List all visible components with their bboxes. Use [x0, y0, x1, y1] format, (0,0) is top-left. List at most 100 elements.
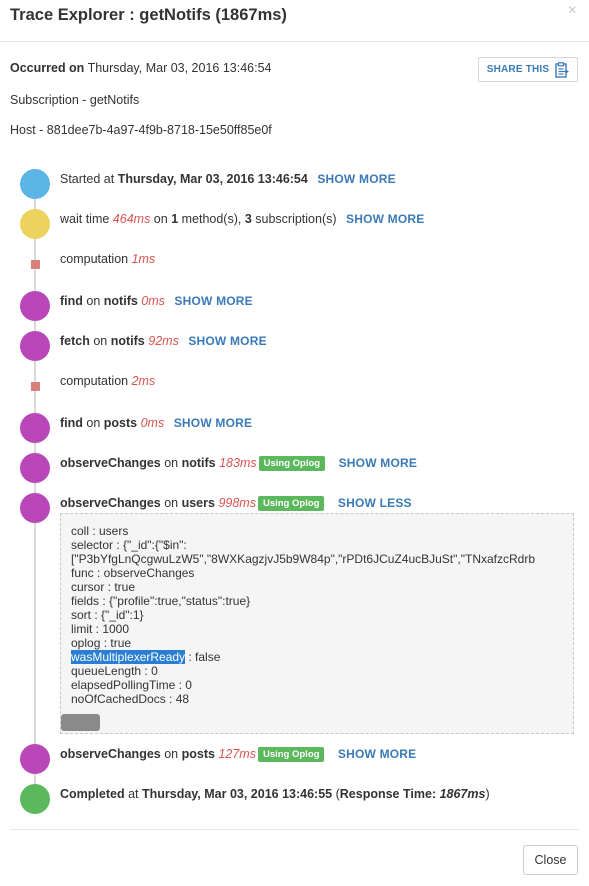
observe-posts-time: 127ms — [218, 747, 256, 761]
detail-cursor: cursor : true — [71, 580, 136, 594]
wait-methods-label: method(s), — [178, 212, 245, 226]
response-time-value: 1867ms — [439, 787, 486, 801]
details-panel: coll : users selector : {"_id":{"$in": [… — [60, 513, 574, 734]
occurred-on: Occurred on Thursday, Mar 03, 2016 13:46… — [10, 61, 272, 75]
observe-posts-show-more[interactable]: SHOW MORE — [338, 747, 416, 761]
fetch-notifs-row: fetch on notifs 92ms SHOW MORE — [60, 334, 267, 348]
modal-title: Trace Explorer : getNotifs (1867ms) — [10, 6, 287, 24]
detail-oplog: oplog : true — [71, 636, 132, 650]
started-date: Thursday, Mar 03, 2016 13:46:54 — [117, 172, 308, 186]
find-notifs-node — [20, 291, 50, 321]
completed-close-paren: ) — [485, 787, 490, 801]
observe-users-time: 998ms — [218, 496, 256, 510]
share-label: SHARE THIS — [486, 64, 550, 75]
fetch-notifs-on: on — [89, 334, 111, 348]
started-pre: Started at — [60, 172, 118, 186]
find-posts-node — [20, 413, 50, 443]
wait-node — [20, 209, 50, 239]
find-notifs-op: find — [60, 294, 83, 308]
find-notifs-show-more[interactable]: SHOW MORE — [174, 294, 252, 308]
observe-notifs-node — [20, 453, 50, 483]
completed-open-paren: ( — [332, 787, 340, 801]
computation-label: computation — [60, 252, 132, 266]
subscription-label: Subscription - getNotifs — [10, 93, 140, 107]
detail-was-value: : false — [185, 650, 221, 664]
detail-fields: fields : {"profile":true,"status":true} — [71, 594, 251, 608]
observe-notifs-op: observeChanges — [60, 456, 161, 470]
detail-elapsed-polling: elapsedPollingTime : 0 — [71, 678, 192, 692]
observe-notifs-coll: notifs — [181, 456, 216, 470]
find-notifs-row: find on notifs 0ms SHOW MORE — [60, 294, 253, 308]
started-show-more[interactable]: SHOW MORE — [317, 172, 395, 186]
find-notifs-on: on — [82, 294, 104, 308]
find-posts-time: 0ms — [140, 416, 165, 430]
oplog-badge: Using Oplog — [257, 496, 325, 511]
observe-notifs-row: observeChanges on notifs 183ms Using Oplo… — [60, 456, 417, 471]
fetch-notifs-show-more[interactable]: SHOW MORE — [188, 334, 266, 348]
fetch-notifs-node — [20, 331, 50, 361]
occurred-label: Occurred on — [10, 61, 85, 75]
observe-posts-op: observeChanges — [60, 747, 161, 761]
completed-row: Completed at Thursday, Mar 03, 2016 13:4… — [60, 787, 490, 801]
observe-posts-row: observeChanges on posts 127ms Using Oplog… — [60, 747, 416, 762]
fetch-notifs-op: fetch — [60, 334, 90, 348]
detail-was-multiplexer-ready: wasMultiplexerReady : false — [71, 650, 573, 664]
wait-show-more[interactable]: SHOW MORE — [346, 212, 424, 226]
find-notifs-coll: notifs — [103, 294, 138, 308]
close-icon[interactable]: × — [568, 2, 577, 20]
find-posts-row: find on posts 0ms SHOW MORE — [60, 416, 252, 430]
wait-pre: wait time — [60, 212, 113, 226]
completed-label: Completed — [60, 787, 125, 801]
wait-time: 464ms — [112, 212, 151, 226]
close-button[interactable]: Close — [523, 845, 578, 875]
detail-selector: selector : {"_id":{"$in": — [71, 538, 187, 552]
find-posts-coll: posts — [103, 416, 138, 430]
observe-users-show-less[interactable]: SHOW LESS — [338, 496, 412, 510]
horizontal-scrollbar[interactable] — [61, 714, 100, 731]
observe-notifs-time: 183ms — [219, 456, 257, 470]
detail-cached-docs: noOfCachedDocs : 48 — [71, 692, 190, 706]
occurred-value: Thursday, Mar 03, 2016 13:46:54 — [87, 61, 272, 75]
observe-notifs-on: on — [160, 456, 182, 470]
detail-func: func : observeChanges — [71, 566, 195, 580]
computation-time: 1ms — [131, 252, 156, 266]
detail-queue-length: queueLength : 0 — [71, 664, 158, 678]
wait-row: wait time 464ms on 1 method(s), 3 subscr… — [60, 212, 424, 226]
oplog-badge: Using Oplog — [258, 456, 326, 471]
computation-time: 2ms — [131, 374, 156, 388]
observe-posts-coll: posts — [181, 747, 215, 761]
wait-subs-count: 3 — [244, 212, 252, 226]
find-posts-on: on — [82, 416, 104, 430]
completed-at: at — [124, 787, 142, 801]
completed-node — [20, 784, 50, 814]
selected-text: wasMultiplexerReady — [71, 650, 186, 664]
observe-users-op: observeChanges — [60, 496, 161, 510]
computation-node — [31, 260, 40, 269]
started-row: Started at Thursday, Mar 03, 2016 13:46:… — [60, 172, 396, 186]
observe-posts-on: on — [160, 747, 182, 761]
response-time-label: Response Time: — [339, 787, 440, 801]
computation-row: computation 2ms — [60, 374, 155, 388]
fetch-notifs-coll: notifs — [110, 334, 145, 348]
wait-subs-label: subscription(s) — [251, 212, 337, 226]
oplog-badge: Using Oplog — [257, 747, 325, 762]
observe-users-row: observeChanges on users 998ms Using Oplog… — [60, 496, 412, 511]
detail-coll: coll : users — [71, 524, 129, 538]
completed-date: Thursday, Mar 03, 2016 13:46:55 — [141, 787, 333, 801]
observe-users-on: on — [160, 496, 182, 510]
modal-header: Trace Explorer : getNotifs (1867ms) × — [0, 0, 589, 42]
share-button[interactable]: SHARE THIS — [478, 57, 578, 82]
detail-limit: limit : 1000 — [71, 622, 130, 636]
observe-users-node — [20, 493, 50, 523]
find-posts-show-more[interactable]: SHOW MORE — [174, 416, 252, 430]
find-posts-op: find — [60, 416, 83, 430]
timeline-line — [34, 183, 36, 795]
observe-notifs-show-more[interactable]: SHOW MORE — [339, 456, 417, 470]
detail-selector-ids: ["P3bYfgLnQcgwuLzW5","8WXKagzjvJ5b9W84p"… — [71, 552, 535, 566]
computation-row: computation 1ms — [60, 252, 155, 266]
started-node — [20, 169, 50, 199]
observe-users-coll: users — [181, 496, 215, 510]
wait-on: on — [150, 212, 172, 226]
footer-divider — [10, 829, 579, 830]
computation-node — [31, 382, 40, 391]
